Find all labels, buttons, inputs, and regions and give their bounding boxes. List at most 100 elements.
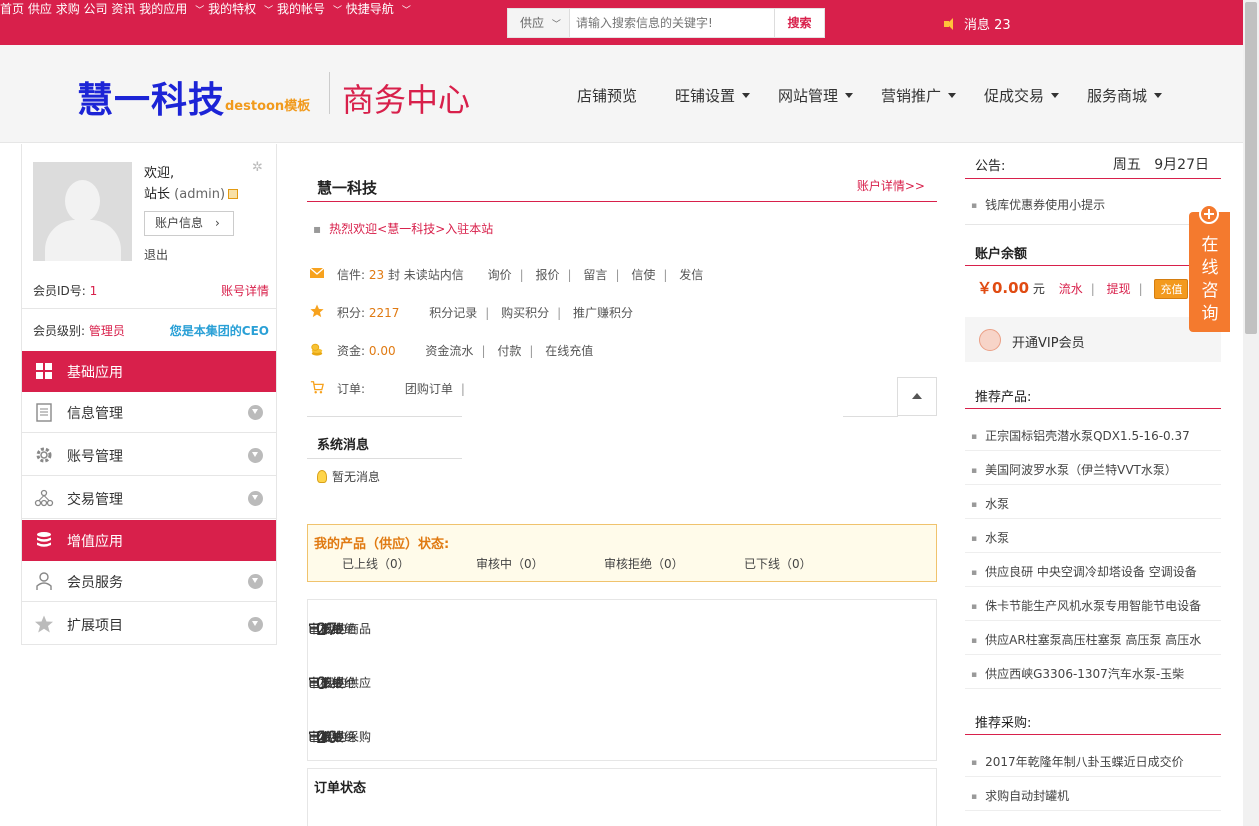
messenger-link[interactable]: 信使 <box>631 268 655 282</box>
caret-down-icon <box>948 93 957 98</box>
search-category-select[interactable]: 供应 ﹀ <box>508 9 570 37</box>
expand-icon[interactable] <box>248 491 263 506</box>
product-status-panel: 我的产品（供应）状态: 已上线（0） 审核中（0） 审核拒绝（0） 已下线（0） <box>307 524 937 582</box>
recommended-product-item[interactable]: 供应西峡G3306-1307汽车水泵-玉柴 <box>971 665 1184 682</box>
divider <box>965 810 1221 811</box>
notice-item[interactable]: 钱库优惠券使用小提示 <box>971 196 1105 213</box>
nav-my-privileges[interactable]: 我的特权 ﹀ <box>208 2 273 16</box>
recommended-purchase-item[interactable]: 求购自动封罐机 <box>971 787 1069 804</box>
scrollbar-thumb[interactable] <box>1245 2 1257 334</box>
product-offline[interactable]: 已下线（0） <box>744 555 812 572</box>
product-rejected[interactable]: 审核拒绝（0） <box>604 555 684 572</box>
recommended-product-item[interactable]: 供应AR柱塞泵高压柱塞泵 高压泵 高压水 <box>971 631 1201 648</box>
withdraw-link[interactable]: 提现 <box>1107 282 1131 296</box>
nav-marketing[interactable]: 营销推广 <box>881 85 957 106</box>
menu-info-manage[interactable]: 信息管理 <box>22 392 276 433</box>
divider <box>965 450 1221 451</box>
nav-news[interactable]: 资讯 <box>111 2 135 16</box>
welcome-tip: ▪ 热烈欢迎<慧一科技>入驻本站 <box>313 222 494 236</box>
group-order-link[interactable]: 团购订单 <box>405 382 453 396</box>
grid-icon <box>36 363 52 379</box>
gear-icon <box>36 447 52 463</box>
recommended-product-item[interactable]: 侏卡节能生产风机水泵专用智能节电设备 <box>971 597 1201 614</box>
collapse-button[interactable] <box>897 377 937 416</box>
logout-link[interactable]: 退出 <box>144 246 168 263</box>
menu-member-service[interactable]: 会员服务 <box>22 561 276 602</box>
funds-flow-link[interactable]: 资金流水 <box>425 344 473 358</box>
coins-icon <box>311 343 323 356</box>
menu-basic-apps[interactable]: 基础应用 <box>22 351 276 392</box>
menu-extensions[interactable]: 扩展项目 <box>22 604 276 645</box>
nav-shop-settings[interactable]: 旺铺设置 <box>675 85 751 106</box>
recommended-product-item[interactable]: 正宗国标铝壳潜水泵QDX1.5-16-0.37 <box>971 427 1190 444</box>
send-mail-link[interactable]: 发信 <box>679 268 703 282</box>
top-bar: 首页 供应 求购 公司 资讯 我的应用﹀ 我的特权﹀ 供应 ﹀ 搜索 消息 23… <box>0 0 1243 45</box>
member-id-row: 会员ID号: 1 账号详情 <box>33 282 269 299</box>
message-link[interactable]: 留言 <box>583 268 607 282</box>
online-recharge-link[interactable]: 在线充值 <box>545 344 593 358</box>
nav-trade[interactable]: 促成交易 <box>984 85 1060 106</box>
lightbulb-icon <box>317 470 327 483</box>
earn-points-link[interactable]: 推广赚积分 <box>573 306 633 320</box>
nav-shop-preview[interactable]: 店铺预览 <box>577 85 637 106</box>
chevron-down-icon: ﹀ <box>332 6 342 16</box>
my-account-menu[interactable]: 我的帐号 ﹀ <box>277 2 342 16</box>
balance-title: 账户余额 <box>975 247 1028 262</box>
pay-link[interactable]: 付款 <box>497 344 521 358</box>
buy-points-link[interactable]: 购买积分 <box>501 306 549 320</box>
nav-home[interactable]: 首页 <box>0 2 24 16</box>
member-level-row: 会员级别: 管理员 您是本集团的CEO <box>33 324 269 338</box>
nav-my-apps[interactable]: 我的应用 ﹀ <box>139 2 204 16</box>
divider <box>965 620 1221 621</box>
online-chat-button[interactable]: 在线咨询 <box>1189 204 1230 332</box>
search-button[interactable]: 搜索 <box>774 9 824 37</box>
nav-service-mall[interactable]: 服务商城 <box>1087 85 1163 106</box>
chevron-down-icon: ﹀ <box>195 6 205 16</box>
avatar-body-shape <box>45 220 121 261</box>
expand-icon[interactable] <box>248 617 263 632</box>
expand-icon[interactable] <box>248 405 263 420</box>
messages-link[interactable]: 消息 23 <box>944 14 1011 33</box>
nav-site-manage[interactable]: 网站管理 <box>778 85 854 106</box>
chevron-down-icon: ﹀ <box>401 6 411 16</box>
product-online[interactable]: 已上线（0） <box>342 555 410 572</box>
recommended-product-item[interactable]: 供应良研 中央空调冷却塔设备 空调设备 <box>971 563 1197 580</box>
account-detail-link[interactable]: 账号详情 <box>221 282 269 299</box>
plus-icon <box>1199 204 1219 224</box>
expand-icon[interactable] <box>248 448 263 463</box>
flow-link[interactable]: 流水 <box>1059 282 1083 296</box>
menu-trade-manage[interactable]: 交易管理 <box>22 478 276 519</box>
menu-value-added[interactable]: 增值应用 <box>22 520 276 561</box>
menu-account-manage[interactable]: 账号管理 <box>22 435 276 476</box>
points-record-link[interactable]: 积分记录 <box>429 306 477 320</box>
gear-icon[interactable]: ✲ <box>252 160 263 175</box>
inquiry-link[interactable]: 询价 <box>488 268 512 282</box>
recommended-product-item[interactable]: 水泵 <box>971 495 1009 512</box>
recommended-product-item[interactable]: 美国阿波罗水泵（伊兰特VVT水泵） <box>971 461 1177 478</box>
network-icon <box>34 489 54 507</box>
divider <box>843 416 898 417</box>
database-icon <box>37 532 51 547</box>
nav-purchase[interactable]: 求购 <box>56 2 80 16</box>
avatar[interactable] <box>33 162 132 261</box>
nav-supply[interactable]: 供应 <box>28 2 52 16</box>
expand-icon[interactable] <box>248 574 263 589</box>
star-icon <box>35 615 53 633</box>
logo-divider <box>329 72 330 114</box>
avatar-head-shape <box>65 180 100 222</box>
recommended-product-item[interactable]: 水泵 <box>971 529 1009 546</box>
account-info-button[interactable]: 账户信息 › <box>144 211 234 236</box>
divider <box>965 586 1221 587</box>
chevron-down-icon: ﹀ <box>264 6 274 16</box>
quick-nav-menu[interactable]: 快捷导航 ﹀ <box>346 2 411 16</box>
envelope-icon <box>309 267 325 278</box>
quote-link[interactable]: 报价 <box>536 268 560 282</box>
site-logo[interactable]: 慧一科技 <box>77 71 225 123</box>
product-reviewing[interactable]: 审核中（0） <box>476 555 544 572</box>
vip-upgrade-button[interactable]: 开通VIP会员 <box>965 317 1221 362</box>
nav-company[interactable]: 公司 <box>84 2 108 16</box>
account-detail-link[interactable]: 账户详情>> <box>857 177 925 194</box>
recharge-button[interactable]: 充值 <box>1154 279 1189 299</box>
recommended-purchase-item[interactable]: 2017年乾隆年制八卦玉蝶近日成交价 <box>971 753 1184 770</box>
search-input[interactable] <box>570 9 774 37</box>
